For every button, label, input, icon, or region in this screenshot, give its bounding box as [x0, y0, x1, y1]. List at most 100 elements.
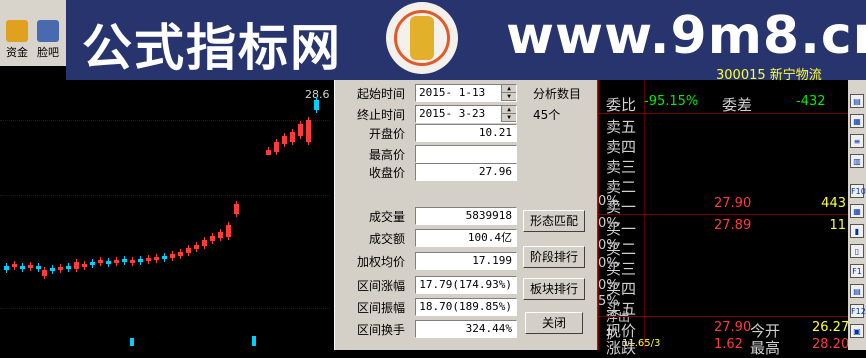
quote-icon[interactable]: ≡ [850, 134, 864, 148]
volume-bar [252, 336, 256, 346]
forum-button[interactable]: 脸吧 [33, 2, 63, 62]
stat-value-field: 17.199 [415, 252, 517, 270]
end-time-label: 终止时间 [356, 108, 405, 122]
grid-icon[interactable]: ▦ [850, 204, 864, 218]
candle-icon[interactable]: ▯ [850, 244, 864, 258]
stat-label: 最高价 [368, 148, 405, 162]
buy-level-row[interactable]: 买四 [606, 278, 636, 298]
pattern-match-button[interactable]: 形态匹配 [523, 210, 585, 232]
analysis-count-label: 分析数目 [533, 87, 582, 101]
stage-ranking-button[interactable]: 阶段排行 [523, 246, 585, 268]
buy-level-row[interactable]: 买一 27.89 11 [606, 218, 846, 238]
stat-label: 开盘价 [368, 127, 405, 141]
stat-value-field: 27.96 [415, 163, 517, 181]
right-toolbar: ▤ ▦ ≡ ▥ F10 ▦ ▮ ▯ F1 ▤ F12 ▣ [848, 80, 866, 350]
volume-bar [130, 338, 134, 346]
buy-level-row[interactable]: 买三 [606, 258, 636, 278]
candle-wick [14, 261, 15, 270]
candle-wick [228, 222, 229, 240]
close-button[interactable]: 关闭 [525, 312, 583, 334]
sell-level-row[interactable]: 卖四 [606, 136, 636, 156]
buy-level-row[interactable]: 买二 [606, 238, 636, 258]
candle-wick [148, 255, 149, 264]
sell-level-price: 27.90 [714, 196, 752, 211]
buy-level-label: 买一 [606, 220, 637, 238]
candle-wick [292, 129, 293, 145]
candle-wick [284, 133, 285, 147]
forum-label: 脸吧 [37, 46, 59, 59]
sector-ranking-button[interactable]: 板块排行 [523, 278, 585, 300]
sell-level-row[interactable]: 卖一 27.90 443 [606, 196, 846, 216]
candle-wick [156, 254, 157, 263]
analysis-count-value: 45个 [533, 108, 561, 122]
candle-wick [188, 245, 189, 256]
stat-label: 加权均价 [356, 255, 405, 269]
high-label: 最高 [750, 339, 781, 357]
open-value: 26.27 [812, 320, 850, 335]
stat-label: 区间换手 [356, 323, 405, 337]
chart-icon[interactable]: ▤ [850, 94, 864, 108]
bars-icon[interactable]: ▮ [850, 224, 864, 238]
sell-level-label: 卖五 [606, 118, 637, 136]
funds-label: 资金 [6, 46, 28, 59]
buy-level-row[interactable]: 买五 [606, 298, 636, 318]
candle-wick [52, 265, 53, 274]
buy-level-price: 27.89 [714, 218, 752, 233]
stat-value-field: 324.44% [415, 320, 517, 338]
funds-button[interactable]: 资金 [2, 2, 32, 62]
candle-wick [84, 261, 85, 270]
end-time-spinner[interactable]: ▲ ▼ [501, 106, 516, 122]
candle-wick [100, 257, 101, 266]
start-time-label: 起始时间 [356, 87, 405, 101]
sell-level-volume: 443 [821, 196, 846, 211]
kline-icon[interactable]: ▥ [850, 154, 864, 168]
f12-icon[interactable]: F12 [850, 304, 866, 318]
candle-wick [204, 237, 205, 249]
sell-level-row[interactable]: 卖二 [606, 176, 636, 196]
candle-wick [60, 264, 61, 273]
change-row: 涨跌 1.62 最高 28.20 [606, 337, 849, 357]
kline-chart[interactable]: 28.6 [0, 80, 334, 350]
end-time-field[interactable]: 2015- 3-23 ▲ ▼ [415, 105, 517, 123]
users-icon [37, 20, 59, 42]
site-logo [386, 2, 458, 74]
now-price-row: 现价 27.90 今开 26.27 [606, 320, 849, 340]
candle-wick [76, 259, 77, 272]
weibi-row: 委比 -95.15% 委差 -432 [606, 94, 826, 114]
chg-label: 涨跌 [606, 339, 637, 357]
banner-url: www.9m8.cn [506, 6, 866, 66]
stat-value-field: 17.79(174.93%) [415, 276, 517, 294]
money-icon [6, 20, 28, 42]
chart2-icon[interactable]: ▣ [850, 324, 864, 338]
banner-title: 公式指标网 [82, 18, 342, 77]
start-time-spinner[interactable]: ▲ ▼ [501, 85, 516, 101]
interval-stats-dialog: 起始时间 2015- 1-13 ▲ ▼ 终止时间 2015- 3-23 ▲ ▼ 分析… [334, 80, 598, 350]
stock-header: 300015 新宁物流 [716, 68, 822, 83]
candle-wick [276, 139, 277, 155]
stat-label: 成交额 [368, 232, 405, 246]
sell-level-row[interactable]: 卖三 [606, 156, 637, 176]
sell-level-label: 卖三 [606, 158, 637, 176]
weibi-label: 委比 [606, 96, 637, 114]
f10-icon[interactable]: F10 [850, 184, 866, 198]
list-icon[interactable]: ▦ [850, 114, 864, 128]
stat-value-field: 18.70(189.85%) [415, 298, 517, 316]
candle-wick [6, 263, 7, 273]
candle-wick [124, 256, 125, 265]
candle-wick [180, 249, 181, 259]
candle-wick [38, 263, 39, 272]
candle-wick [212, 233, 213, 244]
stat-label: 成交量 [368, 210, 405, 224]
stat-value-field: 10.21 [415, 124, 517, 142]
start-time-field[interactable]: 2015- 1-13 ▲ ▼ [415, 84, 517, 102]
sell-level-row[interactable]: 卖五 [606, 116, 637, 136]
table-icon[interactable]: ▤ [850, 284, 864, 298]
candle-wick [236, 201, 237, 217]
f11-icon[interactable]: F1 [850, 264, 864, 278]
stat-label: 区间涨幅 [356, 279, 405, 293]
candle-wick [316, 97, 317, 113]
candle-wick [308, 117, 309, 145]
candle-wick [92, 259, 93, 268]
candle-wick [68, 263, 69, 272]
candle-wick [132, 257, 133, 266]
